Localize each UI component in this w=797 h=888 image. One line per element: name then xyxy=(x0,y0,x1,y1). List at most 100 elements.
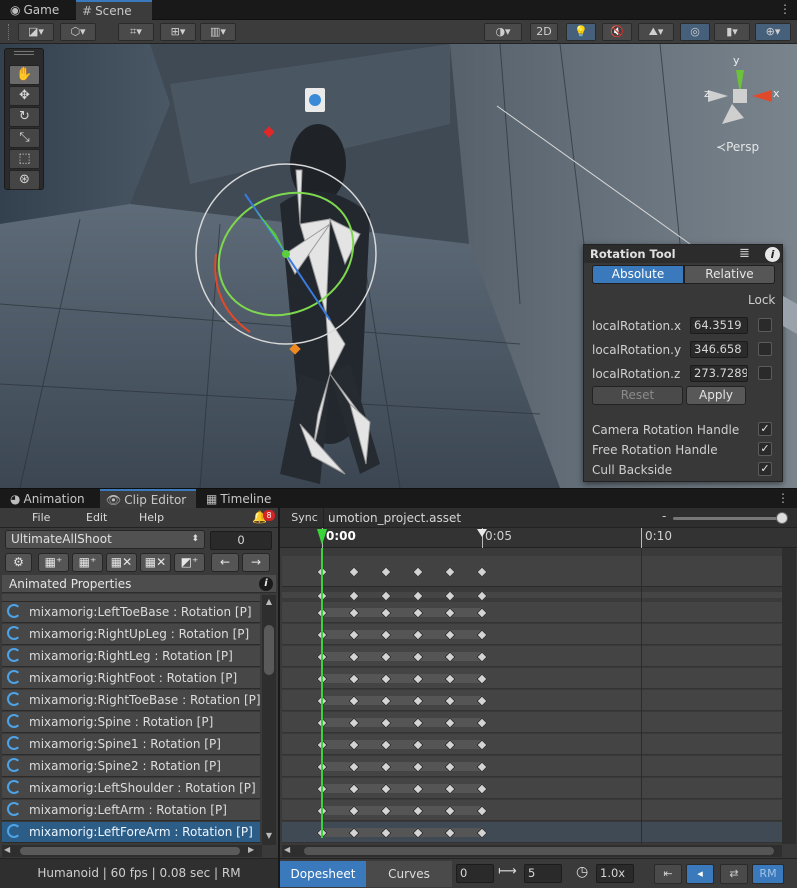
lock-y-checkbox[interactable] xyxy=(758,342,772,356)
horizontal-scrollbar[interactable]: ◀ ▶ xyxy=(2,845,262,857)
palette-grip[interactable] xyxy=(14,51,34,55)
info-icon[interactable]: i xyxy=(259,577,273,591)
scroll-left-icon[interactable]: ◀ xyxy=(4,845,10,854)
scroll-left-icon[interactable]: ◀ xyxy=(284,845,290,854)
list-item[interactable]: mixamorig:Spine1 : Rotation [P] xyxy=(2,734,260,755)
playhead-line[interactable] xyxy=(321,548,323,838)
draw-mode-button[interactable]: ⬡▾ xyxy=(60,23,96,41)
lighting-toggle-icon[interactable]: 💡 xyxy=(566,23,596,41)
list-item[interactable]: mixamorig:RightLeg : Rotation [P] xyxy=(2,646,260,667)
list-item[interactable]: mixamorig:LeftArm : Rotation [P] xyxy=(2,800,260,821)
rm-toggle-button[interactable]: RM xyxy=(752,864,784,884)
list-item[interactable]: mixamorig:RightToeBase : Rotation [P] xyxy=(2,690,260,711)
increment-snap-button[interactable]: ▥▾ xyxy=(200,23,236,41)
clip-select-dropdown[interactable]: UltimateAllShoot ⬍ xyxy=(5,530,205,549)
audio-toggle-icon[interactable]: 🔇 xyxy=(602,23,632,41)
list-item[interactable]: mixamorig:Spine2 : Rotation [P] xyxy=(2,756,260,777)
add-event-icon[interactable]: ◩⁺ xyxy=(174,553,205,572)
projection-label[interactable]: ≺Persp xyxy=(716,140,759,154)
list-menu-icon[interactable]: ≣ xyxy=(739,246,750,261)
curves-tab[interactable]: Curves xyxy=(366,861,452,887)
absolute-mode-button[interactable]: Absolute xyxy=(592,265,684,284)
dopesheet-tab[interactable]: Dopesheet xyxy=(280,861,366,887)
arrow-right-icon[interactable]: → xyxy=(242,553,270,572)
cull-backside-checkbox[interactable]: ✓ xyxy=(758,462,772,476)
list-item[interactable]: mixamorig:LeftShoulder : Rotation [P] xyxy=(2,778,260,799)
tab-clip-editor[interactable]: 👁 Clip Editor xyxy=(100,489,196,509)
remove-property-icon[interactable]: ▦✕ xyxy=(106,553,137,572)
menu-help[interactable]: Help xyxy=(139,508,164,528)
rect-tool-icon[interactable]: ⬚ xyxy=(9,149,40,169)
go-to-start-icon[interactable]: ⇤ xyxy=(654,864,682,884)
settings-gear-icon[interactable]: ⚙ xyxy=(5,553,32,572)
zoom-slider[interactable] xyxy=(673,517,783,520)
timeline-ruler[interactable] xyxy=(280,528,797,548)
zoom-slider-knob[interactable] xyxy=(776,512,788,524)
loop-icon[interactable]: ⇄ xyxy=(720,864,748,884)
add-curve-icon[interactable]: ▦⁺ xyxy=(72,553,103,572)
more-menu-icon[interactable]: ⋮ xyxy=(779,2,791,16)
playhead-handle[interactable] xyxy=(317,529,327,545)
apply-button[interactable]: Apply xyxy=(686,386,746,405)
scroll-right-icon[interactable]: ▶ xyxy=(248,845,254,854)
current-frame-field[interactable]: 0 xyxy=(456,864,494,883)
effects-toggle-icon[interactable]: ⛰▾ xyxy=(638,23,674,41)
timeline-icon: ▦ xyxy=(206,492,218,506)
local-rotation-z-field[interactable]: 273.7289 xyxy=(690,365,748,382)
arrow-left-icon[interactable]: ← xyxy=(211,553,239,572)
tab-game[interactable]: ◉ Game xyxy=(4,0,65,20)
step-back-icon[interactable]: ◂ xyxy=(686,864,714,884)
visibility-toggle-icon[interactable]: ◎ xyxy=(680,23,710,41)
tab-scene[interactable]: # Scene xyxy=(76,0,152,20)
scroll-up-icon[interactable]: ▲ xyxy=(262,597,276,606)
local-rotation-y-field[interactable]: 346.658 xyxy=(690,341,748,358)
reset-button[interactable]: Reset xyxy=(592,386,683,405)
list-item[interactable]: mixamorig:RightFoot : Rotation [P] xyxy=(2,668,260,689)
list-item[interactable]: mixamorig:RightUpLeg : Rotation [P] xyxy=(2,624,260,645)
timeline-h-scrollbar[interactable]: ◀ xyxy=(282,845,782,857)
scale-tool-icon[interactable]: ⤡ xyxy=(9,128,40,148)
menu-edit[interactable]: Edit xyxy=(86,508,107,528)
speed-field[interactable]: 1.0x xyxy=(596,864,634,883)
zoom-out-icon[interactable]: - xyxy=(662,509,666,523)
more-menu-icon[interactable]: ⋮ xyxy=(777,491,789,505)
sync-button[interactable]: Sync xyxy=(286,508,324,528)
snap-button[interactable]: ⌗▾ xyxy=(118,23,154,41)
range-field[interactable]: 5 xyxy=(524,864,562,883)
list-item[interactable]: mixamorig:LeftToeBase : Rotation [P] xyxy=(2,602,260,623)
list-item[interactable]: mixamorig:LeftForeArm : Rotation [P] xyxy=(2,822,260,843)
hand-tool-icon[interactable]: ✋ xyxy=(9,65,40,85)
tab-animation[interactable]: ◕ Animation xyxy=(4,489,91,509)
scroll-thumb[interactable] xyxy=(264,625,274,675)
shading-mode-button[interactable]: ◪▾ xyxy=(18,23,54,41)
remove-curve-icon[interactable]: ▦✕ xyxy=(140,553,171,572)
camera-rotation-handle-checkbox[interactable]: ✓ xyxy=(758,422,772,436)
list-item[interactable]: mixamorig:Spine : Rotation [P] xyxy=(2,712,260,733)
properties-scrollbar[interactable]: ▲ ▼ xyxy=(262,595,276,845)
add-property-icon[interactable]: ▦⁺ xyxy=(38,553,69,572)
frame-field[interactable]: 0 xyxy=(210,531,272,550)
local-rotation-x-field[interactable]: 64.3519 xyxy=(690,317,748,334)
key-span xyxy=(322,762,482,771)
end-marker[interactable] xyxy=(477,529,487,537)
free-rotation-handle-checkbox[interactable]: ✓ xyxy=(758,442,772,456)
dopesheet-scrollbar[interactable] xyxy=(782,548,796,844)
scroll-down-icon[interactable]: ▼ xyxy=(262,831,276,840)
grid-snap-button[interactable]: ⊞▾ xyxy=(160,23,196,41)
rotate-tool-icon[interactable]: ↻ xyxy=(9,107,40,127)
relative-mode-button[interactable]: Relative xyxy=(684,265,775,284)
lock-z-checkbox[interactable] xyxy=(758,366,772,380)
h-scroll-thumb[interactable] xyxy=(20,847,240,855)
2d-toggle-button[interactable]: 2D xyxy=(530,23,558,41)
tab-timeline[interactable]: ▦ Timeline xyxy=(200,489,277,509)
move-tool-icon[interactable]: ✥ xyxy=(9,86,40,106)
timeline-h-thumb[interactable] xyxy=(304,847,774,855)
transform-tool-icon[interactable]: ⊛ xyxy=(9,170,40,190)
camera-settings-icon[interactable]: ▮▾ xyxy=(714,23,750,41)
menu-file[interactable]: File xyxy=(32,508,50,528)
lock-x-checkbox[interactable] xyxy=(758,318,772,332)
render-mode-button[interactable]: ◑▾ xyxy=(484,23,522,41)
info-icon[interactable]: i xyxy=(765,247,780,262)
gizmos-button[interactable]: ⊕▾ xyxy=(755,23,791,41)
drag-handle[interactable] xyxy=(8,24,10,40)
